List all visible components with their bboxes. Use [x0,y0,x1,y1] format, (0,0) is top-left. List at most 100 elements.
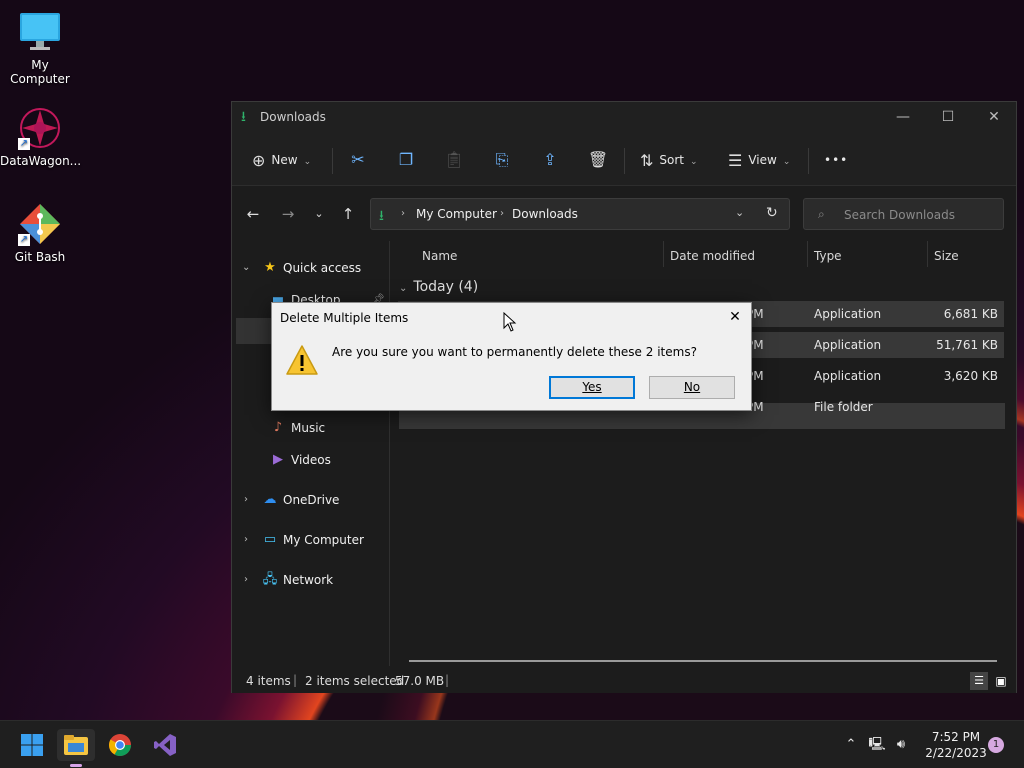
navigation-bar: ← → ⌄ ↑ ⭳ › My Computer › Downloads ⌄ ↻ … [232,187,1016,241]
download-icon: ⭳ [379,208,384,224]
tiles-view-icon[interactable]: ▣ [992,672,1010,690]
windows-logo-icon [21,734,43,756]
view-list-icon: ☰ [728,150,743,170]
chevron-right-icon: › [244,494,248,505]
title-bar[interactable]: ⭳ Downloads — ☐ ✕ [232,102,1016,134]
column-separator [663,241,664,267]
status-bar: 4 items | 2 items selected 57.0 MB | ☰ ▣ [232,669,1016,693]
breadcrumb-my-computer[interactable]: My Computer [416,207,497,221]
yes-label: Yes [582,380,602,394]
toolbar-separator [332,148,333,174]
warning-icon [286,345,318,375]
selection-count: 2 items selected [305,674,405,688]
sort-label: Sort [659,153,685,167]
chevron-right-icon: › [244,534,248,545]
desktop-icon-datawagon[interactable]: ↗ DataWagon... [0,106,81,168]
status-separator: | [293,673,298,687]
copy-icon[interactable]: ❐ [394,148,418,172]
shortcut-arrow-icon: ↗ [18,234,30,246]
yes-button[interactable]: Yes [549,376,635,399]
visual-studio-icon [154,734,176,756]
cloud-icon: ☁ [263,492,277,507]
taskbar: ⌃ 🖳︎ 🔊︎ 7:52 PM 2/22/2023 1 [0,720,1024,768]
dialog-message: Are you sure you want to permanently del… [332,345,697,359]
breadcrumb-downloads[interactable]: Downloads [512,207,578,221]
column-header-name[interactable]: Name [422,249,457,263]
datawagon-icon: ↗ [18,106,62,150]
window-title: Downloads [260,110,326,124]
column-header-type[interactable]: Type [814,249,842,263]
view-label: View [748,153,777,167]
shortcut-arrow-icon: ↗ [18,138,30,150]
refresh-icon[interactable]: ↻ [766,205,778,221]
row-size: 6,681 KB [943,307,998,321]
sidebar-item-videos[interactable]: ▶ Videos [232,447,388,473]
no-button[interactable]: No [649,376,735,399]
sidebar-label: Videos [291,453,331,467]
network-status-icon[interactable]: 🖳︎ [868,736,886,754]
rename-icon[interactable]: ⎘ [490,148,514,172]
sidebar-label: My Computer [283,533,364,547]
search-box[interactable]: ⌕ Search Downloads [803,198,1004,230]
back-button[interactable]: ← [242,203,264,225]
plus-circle-icon: ⊕ [252,150,266,170]
chevron-down-icon: ⌄ [242,262,251,273]
sidebar-item-quick-access[interactable]: ⌄ ★ Quick access [232,255,388,281]
delete-icon[interactable]: 🗑︎ [586,148,610,172]
chevron-right-icon: › [244,574,248,585]
command-bar: ⊕ New ⌄ ✂ ❐ 📋︎ ⎘ ⇪ 🗑︎ ⇅ Sort ⌄ ☰ View ⌄ ••• [232,134,1016,186]
taskbar-chrome[interactable] [104,729,136,761]
git-icon: ↗ [18,202,62,246]
sidebar-label: OneDrive [283,493,340,507]
desktop-icon-label: My Computer [10,58,70,86]
row-type: Application [814,307,882,321]
sidebar-item-my-computer[interactable]: › ▭ My Computer [232,527,388,553]
sidebar-item-network[interactable]: › 🖧︎ Network [232,567,388,593]
sort-icon: ⇅ [640,150,654,170]
forward-button[interactable]: → [277,203,299,225]
column-header-size[interactable]: Size [934,249,959,263]
start-button[interactable] [16,729,48,761]
more-options-button[interactable]: ••• [824,148,848,172]
share-icon[interactable]: ⇪ [538,148,562,172]
taskbar-file-explorer[interactable] [57,729,95,767]
sidebar-selected-highlight [236,318,272,344]
group-header[interactable]: ⌄ Today (4) [399,279,478,295]
download-icon: ⭳ [241,109,246,125]
sidebar-item-desktop[interactable]: ▬ Desktop 📌︎ [232,287,388,303]
address-dropdown-icon[interactable]: ⌄ [735,206,744,219]
breadcrumb-separator-icon: › [401,208,405,219]
clock[interactable]: 7:52 PM 2/22/2023 [918,729,994,761]
sidebar-item-music[interactable]: ♪ Music [232,415,388,441]
dialog-close-button[interactable]: ✕ [725,307,745,327]
maximize-button[interactable]: ☐ [925,102,971,134]
volume-icon[interactable]: 🔊︎ [892,736,910,754]
active-indicator [70,764,82,767]
notification-badge[interactable]: 1 [988,737,1004,753]
chrome-icon [109,734,131,756]
view-button[interactable]: ☰ View ⌄ [728,148,790,172]
row-size: 3,620 KB [943,369,998,383]
paste-icon[interactable]: 📋︎ [442,148,466,172]
recent-locations-button[interactable]: ⌄ [308,203,330,225]
sort-button[interactable]: ⇅ Sort ⌄ [640,148,698,172]
desktop-icon-my-computer[interactable]: My Computer [0,10,80,86]
close-window-button[interactable]: ✕ [971,102,1017,134]
status-separator: | [445,673,450,687]
new-button[interactable]: ⊕ New ⌄ [252,148,311,172]
minimize-button[interactable]: — [880,102,926,134]
chevron-down-icon: ⌄ [399,283,408,294]
taskbar-visual-studio[interactable] [149,729,181,761]
monitor-icon [18,10,62,54]
desktop-icon-git-bash[interactable]: ↗ Git Bash [0,202,80,264]
network-icon: 🖧︎ [262,572,278,587]
show-hidden-icons-chevron-icon[interactable]: ⌃ [842,736,860,754]
sidebar-item-onedrive[interactable]: › ☁ OneDrive [232,487,388,513]
up-button[interactable]: ↑ [337,203,359,225]
cut-icon[interactable]: ✂ [346,148,370,172]
toolbar-separator [624,148,625,174]
horizontal-scrollbar[interactable] [409,660,997,662]
details-view-icon[interactable]: ☰ [970,672,988,690]
address-bar[interactable]: ⭳ › My Computer › Downloads ⌄ ↻ [370,198,790,230]
column-header-date[interactable]: Date modified [670,249,755,263]
